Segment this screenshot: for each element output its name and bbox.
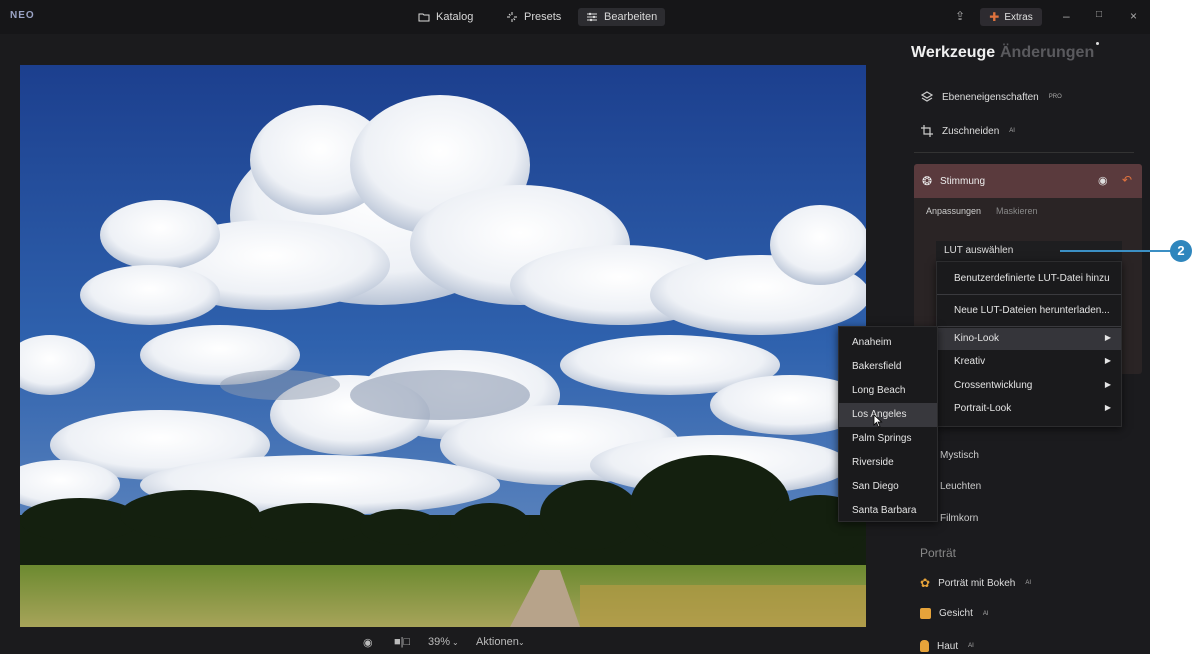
mouse-cursor-icon	[873, 414, 883, 428]
submenu-item-santa-barbara[interactable]: Santa Barbara	[839, 499, 937, 523]
puzzle-icon: ✚	[989, 10, 1000, 24]
subtab-anpassungen[interactable]: Anpassungen	[926, 206, 981, 216]
callout-line	[1060, 250, 1178, 252]
tab-presets-label: Presets	[524, 11, 562, 23]
menu-separator	[937, 326, 1121, 327]
extras-button[interactable]: ✚ Extras	[980, 8, 1042, 26]
submenu-item-palm-springs[interactable]: Palm Springs	[839, 427, 937, 451]
tool-label: Gesicht	[939, 608, 973, 619]
lut-menu: Benutzerdefinierte LUT-Datei hinzu Neue …	[936, 261, 1122, 427]
menu-item-custom-lut[interactable]: Benutzerdefinierte LUT-Datei hinzu	[937, 266, 1121, 290]
tool-label: Ebeneneigenschaften	[942, 91, 1039, 103]
kino-look-submenu: Anaheim Bakersfield Long Beach Los Angel…	[838, 326, 938, 522]
menu-item-label: Kino-Look	[954, 333, 1000, 344]
zoom-chevron-down-icon[interactable]: ⌄	[452, 638, 459, 647]
tool-label: Zuschneiden	[942, 125, 1000, 137]
menu-item-label: Portrait-Look	[954, 403, 1012, 414]
menu-item-crossentwicklung[interactable]: Crossentwicklung ▶	[937, 375, 1121, 397]
ai-badge: AI	[968, 643, 974, 649]
actions-chevron-down-icon[interactable]: ⌄	[518, 638, 525, 647]
layers-icon	[920, 91, 934, 102]
visibility-eye-icon[interactable]: ◉	[1098, 174, 1108, 187]
extras-label: Extras	[1004, 11, 1033, 23]
menu-item-kreativ[interactable]: Kreativ ▶	[937, 351, 1121, 373]
zoom-level[interactable]: 39%	[428, 636, 450, 648]
share-icon[interactable]: ⇪	[955, 9, 965, 23]
ai-badge: AI	[1009, 128, 1015, 134]
submenu-arrow-icon: ▶	[1104, 356, 1111, 365]
subtab-maskieren[interactable]: Maskieren	[996, 206, 1038, 216]
ai-badge: AI	[1025, 580, 1031, 586]
item-filmkorn[interactable]: Filmkorn	[940, 513, 978, 524]
tab-bearbeiten[interactable]: Bearbeiten	[578, 8, 666, 26]
tool-haut[interactable]: Haut AI	[920, 640, 974, 652]
reset-icon[interactable]: ↶	[1122, 173, 1132, 187]
tool-ebeneneigenschaften[interactable]: Ebeneneigenschaften PRO	[920, 90, 1062, 104]
portrait-bokeh-icon: ✿	[920, 576, 931, 590]
lut-select-label: LUT auswählen	[944, 245, 1014, 256]
menu-item-label: Kreativ	[954, 356, 986, 367]
tool-label: Haut	[937, 640, 959, 652]
submenu-item-san-diego[interactable]: San Diego	[839, 475, 937, 499]
tab-presets[interactable]: Presets	[498, 8, 569, 26]
tool-portrait-bokeh[interactable]: ✿ Porträt mit Bokeh AI	[920, 576, 1031, 590]
item-leuchten[interactable]: Leuchten	[940, 481, 981, 492]
submenu-item-bakersfield[interactable]: Bakersfield	[839, 355, 937, 379]
photo-canvas[interactable]	[20, 65, 866, 627]
stimmung-icon: ❂	[922, 174, 933, 188]
menu-item-portrait-look[interactable]: Portrait-Look ▶	[937, 398, 1121, 420]
tab-katalog[interactable]: Katalog	[410, 8, 481, 26]
menu-item-download-lut[interactable]: Neue LUT-Dateien herunterladen...	[937, 298, 1121, 322]
ai-badge: AI	[982, 610, 989, 617]
stimmung-header[interactable]: ❂ Stimmung ◉ ↶	[914, 164, 1142, 198]
stimmung-label: Stimmung	[940, 176, 986, 187]
crop-icon	[921, 125, 933, 137]
actions-button[interactable]: Aktionen	[476, 636, 519, 648]
tool-gesicht[interactable]: Gesicht AI	[920, 608, 989, 619]
submenu-arrow-icon: ▶	[1104, 333, 1111, 342]
top-bar: NEO Katalog Presets Bearbeiten ⇪ ✚ Extra…	[0, 0, 1150, 34]
panel-title-werkzeuge[interactable]: Werkzeuge	[911, 44, 995, 62]
menu-item-kino-look[interactable]: Kino-Look ▶	[937, 328, 1121, 350]
bottom-bar: ◉ ■|□ 39% ⌄ Aktionen ⌄	[0, 628, 880, 654]
submenu-item-long-beach[interactable]: Long Beach	[839, 379, 937, 403]
skin-icon	[920, 640, 929, 652]
pro-badge: PRO	[1048, 94, 1062, 100]
callout-badge: 2	[1170, 240, 1192, 262]
tool-label: Porträt mit Bokeh	[938, 577, 1016, 589]
submenu-item-anaheim[interactable]: Anaheim	[839, 331, 937, 355]
section-portrait: Porträt	[920, 546, 957, 560]
submenu-item-los-angeles[interactable]: Los Angeles	[839, 403, 937, 427]
submenu-arrow-icon: ▶	[1104, 403, 1111, 412]
menu-item-label: Crossentwicklung	[954, 380, 1033, 391]
minimize-icon[interactable]: –	[1063, 9, 1070, 23]
tab-bearbeiten-label: Bearbeiten	[604, 11, 658, 23]
folder-icon	[418, 13, 430, 22]
face-icon	[920, 608, 931, 619]
compare-icon[interactable]: ■|□	[394, 636, 410, 648]
close-icon[interactable]: ×	[1130, 9, 1137, 23]
menu-separator	[937, 294, 1121, 295]
divider	[914, 152, 1134, 153]
changes-dot	[1096, 42, 1099, 45]
item-mystisch[interactable]: Mystisch	[940, 450, 979, 461]
app-logo: NEO	[10, 10, 35, 21]
tab-katalog-label: Katalog	[436, 11, 474, 23]
sparkle-icon	[507, 12, 517, 22]
submenu-item-riverside[interactable]: Riverside	[839, 451, 937, 475]
submenu-arrow-icon: ▶	[1104, 380, 1111, 389]
tool-zuschneiden[interactable]: Zuschneiden AI	[920, 124, 1015, 138]
maximize-icon[interactable]: □	[1096, 9, 1102, 20]
sliders-icon	[587, 12, 597, 22]
eye-icon[interactable]: ◉	[363, 636, 373, 649]
panel-title-aenderungen[interactable]: Änderungen	[1000, 44, 1094, 62]
